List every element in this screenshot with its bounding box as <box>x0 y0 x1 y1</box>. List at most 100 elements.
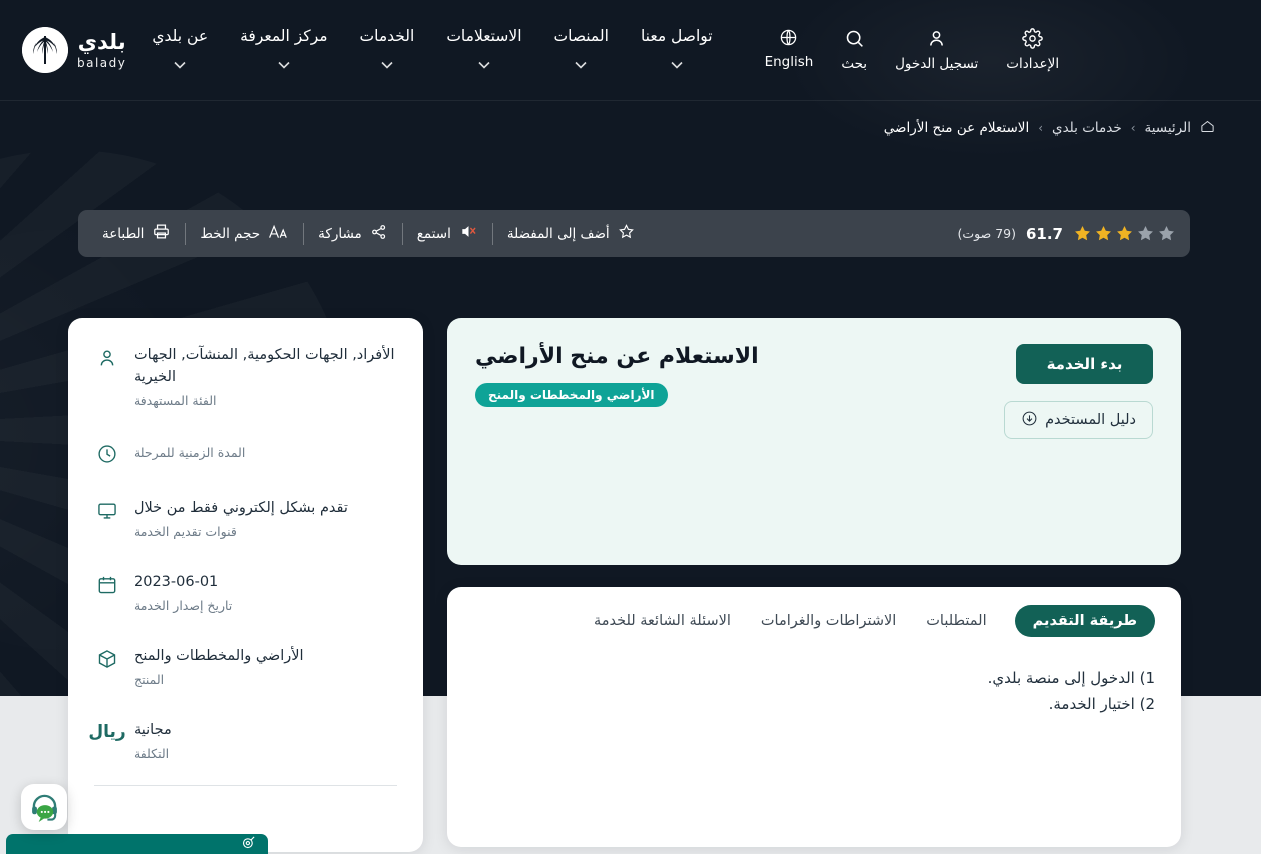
tab-application-method[interactable]: طريقة التقديم <box>1014 605 1155 637</box>
chevron-down-icon <box>478 55 490 73</box>
speaker-muted-icon <box>459 223 478 244</box>
nav-item-services[interactable]: الخدمات <box>344 27 431 73</box>
info-value: الأفراد, الجهات الحكومية, المنشآت, الجها… <box>134 347 395 386</box>
listen-button[interactable]: استمع <box>403 220 492 248</box>
user-guide-button[interactable]: دليل المستخدم <box>1004 401 1153 439</box>
search-label: بحث <box>841 56 868 72</box>
main-navigation: تواصل معنا المنصات الاستعلامات الخدمات م… <box>136 27 728 73</box>
page-content: الاستعلام عن منح الأراضي الأراضي والمخطط… <box>68 318 1181 852</box>
clock-icon <box>94 440 120 465</box>
login-button[interactable]: تسجيل الدخول <box>881 28 992 72</box>
tab-faq[interactable]: الاسئلة الشائعة للخدمة <box>592 606 733 636</box>
chevron-down-icon <box>381 55 393 73</box>
main-column: الاستعلام عن منح الأراضي الأراضي والمخطط… <box>447 318 1181 847</box>
nav-item-knowledge-center[interactable]: مركز المعرفة <box>224 27 343 73</box>
breadcrumb-item-services[interactable]: خدمات بلدي <box>1052 120 1122 136</box>
start-service-button[interactable]: بدء الخدمة <box>1016 344 1153 384</box>
nav-item-about-balady[interactable]: عن بلدي <box>136 27 224 73</box>
breadcrumb-item-current: الاستعلام عن منح الأراضي <box>883 120 1030 136</box>
info-label: تاريخ إصدار الخدمة <box>134 598 233 614</box>
star-outline-icon <box>618 223 635 244</box>
bottom-floating-bar[interactable] <box>6 834 268 854</box>
service-rating: 61.7 (79 صوت) <box>949 224 1176 243</box>
toolbar-actions: أضف إلى المفضلة استمع مشاركة حجم الخط ال… <box>88 220 649 248</box>
star-filled-icon <box>1117 226 1132 241</box>
info-row-stage-duration: المدة الزمنية للمرحلة <box>68 422 423 479</box>
palm-tree-circle-logo <box>22 27 68 73</box>
utility-navigation: الإعدادات تسجيل الدخول بحث English <box>751 28 1074 72</box>
download-circle-icon <box>1021 410 1038 431</box>
toolbar-divider <box>303 222 305 245</box>
chevron-down-icon <box>174 55 186 73</box>
service-info-card: الأفراد, الجهات الحكومية, المنشآت, الجها… <box>68 318 423 852</box>
info-value: 2023-06-01 <box>134 574 219 591</box>
font-size-icon <box>268 223 289 245</box>
breadcrumb-separator: › <box>1038 121 1044 135</box>
info-row-cost: ريال مجانية التكلفة <box>68 701 423 775</box>
nav-item-platforms[interactable]: المنصات <box>538 27 625 73</box>
info-value: تقدم بشكل إلكتروني فقط من خلال <box>134 500 348 517</box>
chevron-down-icon <box>671 55 683 73</box>
language-switch-button[interactable]: English <box>751 28 828 70</box>
toolbar-divider <box>491 222 493 245</box>
brand-text: بلدي balady <box>77 29 127 70</box>
brand-arabic-label: بلدي <box>77 29 126 54</box>
settings-button[interactable]: الإعدادات <box>992 28 1073 72</box>
rating-stars[interactable] <box>1073 224 1176 243</box>
info-label: التكلفة <box>134 746 170 762</box>
user-guide-label: دليل المستخدم <box>1045 412 1136 428</box>
info-value: الأراضي والمخططات والمنح <box>134 648 304 665</box>
brand-logo[interactable]: بلدي balady <box>22 27 126 73</box>
rating-score: 61.7 <box>1025 224 1063 243</box>
info-text: 2023-06-01 تاريخ إصدار الخدمة <box>134 571 397 613</box>
tab-conditions-and-fines[interactable]: الاشتراطات والغرامات <box>759 606 898 636</box>
star-empty-icon <box>1138 226 1153 241</box>
top-navigation-bar: الإعدادات تسجيل الدخول بحث English تواصل… <box>0 0 1261 101</box>
info-label: المدة الزمنية للمرحلة <box>134 445 246 461</box>
printer-icon <box>152 222 171 245</box>
info-text: الأراضي والمخططات والمنح المنتج <box>134 645 397 687</box>
star-filled-icon <box>1075 226 1090 241</box>
info-text: الأفراد, الجهات الحكومية, المنشآت, الجها… <box>134 344 397 408</box>
info-label: المنتج <box>134 672 165 688</box>
support-chat-widget[interactable] <box>21 784 67 830</box>
search-button[interactable]: بحث <box>827 28 881 72</box>
add-to-favorites-button[interactable]: أضف إلى المفضلة <box>493 220 649 248</box>
login-label: تسجيل الدخول <box>895 56 979 72</box>
home-icon[interactable] <box>1200 119 1215 138</box>
page-title: الاستعلام عن منح الأراضي <box>475 344 759 369</box>
service-action-buttons: بدء الخدمة دليل المستخدم <box>1004 344 1153 539</box>
service-tabs: طريقة التقديم المتطلبات الاشتراطات والغر… <box>473 605 1155 637</box>
page-action-toolbar: 61.7 (79 صوت) أضف إلى المفضلة استمع مشار… <box>78 210 1190 257</box>
breadcrumb-item-home[interactable]: الرئيسية <box>1145 120 1192 136</box>
headset-chat-icon <box>31 794 57 822</box>
nav-label: الاستعلامات <box>446 27 522 45</box>
info-row-product: الأراضي والمخططات والمنح المنتج <box>68 627 423 701</box>
step-item: 1) الدخول إلى منصة بلدي. <box>987 669 1155 687</box>
star-filled-icon <box>1096 226 1111 241</box>
toolbar-divider <box>401 222 403 245</box>
nav-label: الخدمات <box>359 27 415 45</box>
font-size-button[interactable]: حجم الخط <box>186 220 303 248</box>
gear-icon <box>1022 28 1043 49</box>
service-category-badge: الأراضي والمخططات والمنح <box>475 383 668 407</box>
sidebar-column: الأفراد, الجهات الحكومية, المنشآت, الجها… <box>68 318 423 852</box>
nav-label: عن بلدي <box>152 27 209 45</box>
print-button[interactable]: الطباعة <box>88 220 185 248</box>
toolbar-label: استمع <box>416 225 451 242</box>
breadcrumb-separator: › <box>1130 121 1136 135</box>
info-label: قنوات تقديم الخدمة <box>134 524 237 540</box>
service-header-card: الاستعلام عن منح الأراضي الأراضي والمخطط… <box>447 318 1181 565</box>
globe-icon <box>779 28 798 47</box>
application-steps: 1) الدخول إلى منصة بلدي. 2) اختيار الخدم… <box>473 665 1155 718</box>
target-icon <box>241 835 256 854</box>
info-value: مجانية <box>134 722 172 739</box>
nav-label: مركز المعرفة <box>240 27 328 45</box>
brand-latin-label: balady <box>77 55 127 70</box>
nav-item-contact[interactable]: تواصل معنا <box>625 27 729 73</box>
nav-item-inquiries[interactable]: الاستعلامات <box>430 27 537 73</box>
share-button[interactable]: مشاركة <box>304 220 402 248</box>
share-icon <box>370 223 388 245</box>
tab-requirements[interactable]: المتطلبات <box>924 606 988 636</box>
star-empty-icon <box>1159 226 1174 241</box>
